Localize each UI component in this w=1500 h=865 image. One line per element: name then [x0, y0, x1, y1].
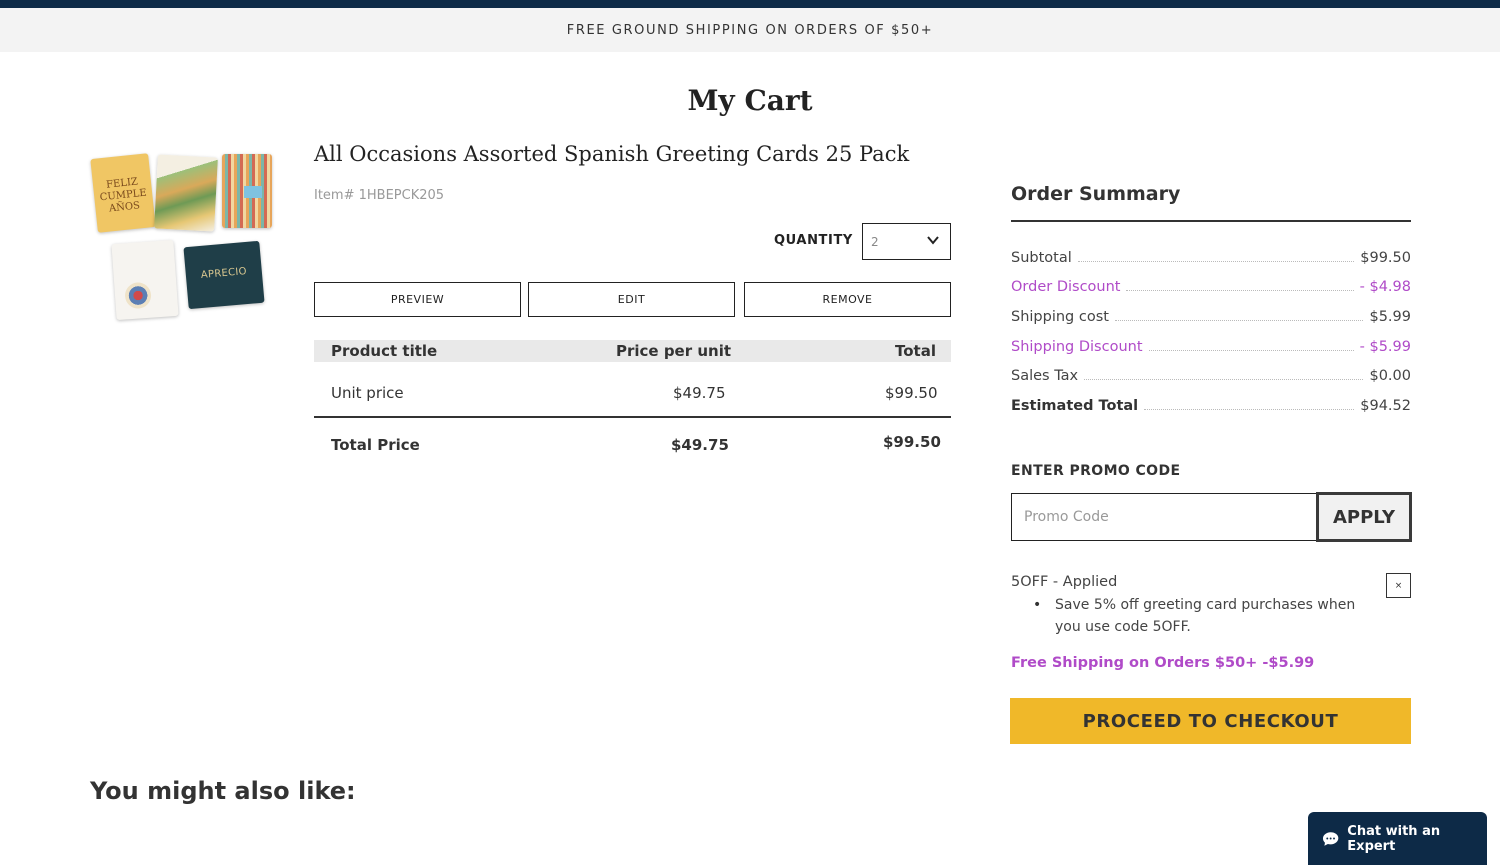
summary-label: Estimated Total	[1011, 398, 1139, 414]
chat-label: Chat with an Expert	[1347, 823, 1441, 854]
unit-price-total: $99.50	[885, 384, 938, 402]
summary-label: Shipping Discount	[1011, 339, 1143, 355]
promo-code-input[interactable]	[1011, 493, 1317, 541]
table-divider	[314, 416, 951, 418]
thumb-card-feliz: FELIZ CUMPLE AÑOS	[90, 153, 156, 233]
summary-value: $94.52	[1360, 398, 1411, 414]
summary-row-estimated-total: Estimated Total $94.52	[1011, 394, 1411, 414]
summary-label: Shipping cost	[1011, 309, 1109, 325]
thumb-card-floral	[111, 239, 179, 321]
thumb-card-aprecio-text: APRECIO	[200, 266, 248, 281]
summary-row-sales-tax: Sales Tax $0.00	[1011, 364, 1411, 384]
quantity-label: QUANTITY	[774, 233, 853, 248]
chevron-down-icon	[927, 236, 939, 245]
summary-row-shipping-cost: Shipping cost $5.99	[1011, 305, 1411, 325]
free-shipping-banner: FREE GROUND SHIPPING ON ORDERS OF $50+	[0, 8, 1500, 52]
summary-value: $5.99	[1369, 309, 1411, 325]
summary-row-subtotal: Subtotal $99.50	[1011, 246, 1411, 266]
order-summary-rule	[1011, 220, 1411, 222]
edit-button[interactable]: EDIT	[528, 282, 735, 317]
top-stripe	[0, 0, 1500, 8]
remove-promo-button[interactable]: ×	[1386, 573, 1411, 598]
preview-button[interactable]: PREVIEW	[314, 282, 521, 317]
product-image[interactable]: FELIZ CUMPLE AÑOS APRECIO	[90, 150, 280, 325]
total-price-total: $99.50	[883, 433, 941, 451]
free-shipping-banner-text: FREE GROUND SHIPPING ON ORDERS OF $50+	[566, 22, 934, 38]
header-price-per-unit: Price per unit	[616, 342, 732, 360]
thumb-card-feliz-text: FELIZ CUMPLE AÑOS	[99, 176, 148, 215]
applied-promo-code: 5OFF - Applied	[1011, 574, 1118, 590]
apply-promo-button[interactable]: APPLY	[1316, 492, 1412, 542]
summary-value: $0.00	[1369, 368, 1411, 384]
promo-code-label: ENTER PROMO CODE	[1011, 463, 1181, 479]
summary-label: Order Discount	[1011, 279, 1121, 295]
unit-price-value: $49.75	[673, 384, 726, 402]
proceed-to-checkout-button[interactable]: PROCEED TO CHECKOUT	[1010, 698, 1411, 744]
item-number: Item# 1HBEPCK205	[314, 188, 445, 203]
quantity-select[interactable]: 2	[862, 223, 951, 260]
promo-description: Save 5% off greeting card purchases when…	[1033, 594, 1383, 638]
summary-value: $99.50	[1360, 250, 1411, 266]
thumb-card-pattern	[222, 154, 272, 228]
chat-bubble-icon	[1322, 831, 1339, 846]
quantity-value: 2	[871, 234, 879, 249]
total-price-label: Total Price	[331, 436, 420, 454]
product-title[interactable]: All Occasions Assorted Spanish Greeting …	[314, 142, 909, 166]
header-total: Total	[895, 342, 936, 360]
summary-row-order-discount: Order Discount - $4.98	[1011, 275, 1411, 295]
free-shipping-promo: Free Shipping on Orders $50+ -$5.99	[1011, 655, 1315, 671]
summary-row-shipping-discount: Shipping Discount - $5.99	[1011, 335, 1411, 355]
thumb-card-aprecio: APRECIO	[183, 240, 265, 310]
header-product-title: Product title	[331, 342, 438, 360]
chat-with-expert-button[interactable]: Chat with an Expert	[1308, 812, 1487, 865]
recommendations-title: You might also like:	[90, 777, 356, 805]
summary-label: Subtotal	[1011, 250, 1072, 266]
summary-value: - $4.98	[1359, 279, 1411, 295]
unit-price-label: Unit price	[331, 384, 404, 402]
page-title: My Cart	[687, 84, 813, 117]
summary-value: - $5.99	[1359, 339, 1411, 355]
thumb-card-landscape	[154, 154, 218, 232]
remove-button[interactable]: REMOVE	[744, 282, 951, 317]
summary-label: Sales Tax	[1011, 368, 1079, 384]
order-summary-title: Order Summary	[1011, 183, 1181, 205]
total-price-value: $49.75	[671, 436, 729, 454]
